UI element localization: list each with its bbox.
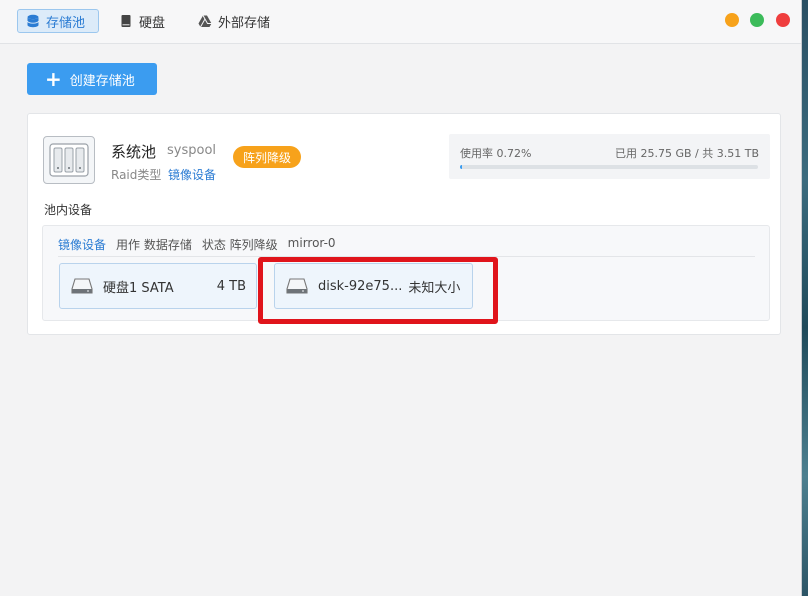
- database-icon: [27, 14, 39, 28]
- minimize-button[interactable]: [725, 13, 739, 27]
- pool-name: 系统池: [111, 143, 157, 161]
- nas-pool-icon: [43, 136, 95, 184]
- raid-type-label: Raid类型: [111, 168, 162, 182]
- tab-storage-pool[interactable]: 存储池: [17, 9, 99, 33]
- tab-label: 存储池: [46, 15, 86, 31]
- create-pool-button[interactable]: + 创建存储池: [27, 63, 157, 95]
- harddrive-icon: [121, 15, 131, 27]
- tab-label: 外部存储: [218, 15, 271, 31]
- cloud-drive-icon: [198, 15, 212, 28]
- tab-external-storage[interactable]: 外部存储: [190, 9, 286, 33]
- vdev-type-link[interactable]: 镜像设备: [58, 236, 106, 253]
- usage-progress-bar: [460, 165, 758, 169]
- vdev-name: mirror-0: [287, 236, 336, 250]
- storage-window: 存储池 硬盘 外部存储 + 创建存储池 系统池 syspool Raid类型 镜…: [0, 0, 802, 596]
- capacity-text: 已用 25.75 GB / 共 3.51 TB: [614, 147, 759, 160]
- title-bar: 存储池 硬盘 外部存储: [0, 0, 801, 44]
- raid-type-value[interactable]: 镜像设备: [168, 166, 216, 183]
- devices-section-title: 池内设备: [44, 203, 93, 217]
- drive-bays-icon: [49, 143, 89, 177]
- usage-rate: 使用率 0.72%: [460, 147, 532, 160]
- vdev-state: 状态 阵列降级: [201, 238, 278, 252]
- usage-panel: 使用率 0.72% 已用 25.75 GB / 共 3.51 TB: [449, 134, 770, 179]
- usage-progress-fill: [460, 165, 463, 169]
- highlight-box: [258, 257, 498, 324]
- vdev-header: 镜像设备 用作 数据存储 状态 阵列降级 mirror-0: [58, 236, 346, 253]
- disk-label: 硬盘1 SATA: [103, 280, 174, 296]
- create-pool-label: 创建存储池: [69, 73, 135, 89]
- disk-item[interactable]: 硬盘1 SATA 4 TB: [59, 263, 257, 309]
- plus-icon: +: [45, 67, 62, 91]
- vdev-usage: 用作 数据存储: [116, 238, 192, 252]
- close-button[interactable]: [776, 13, 790, 27]
- disk-size: 4 TB: [216, 278, 246, 294]
- tab-disks[interactable]: 硬盘: [111, 9, 177, 33]
- status-badge: 阵列降级: [233, 146, 301, 168]
- pool-id: syspool: [167, 143, 217, 158]
- harddrive-icon: [71, 278, 93, 294]
- tab-label: 硬盘: [139, 15, 166, 31]
- maximize-button[interactable]: [750, 13, 764, 27]
